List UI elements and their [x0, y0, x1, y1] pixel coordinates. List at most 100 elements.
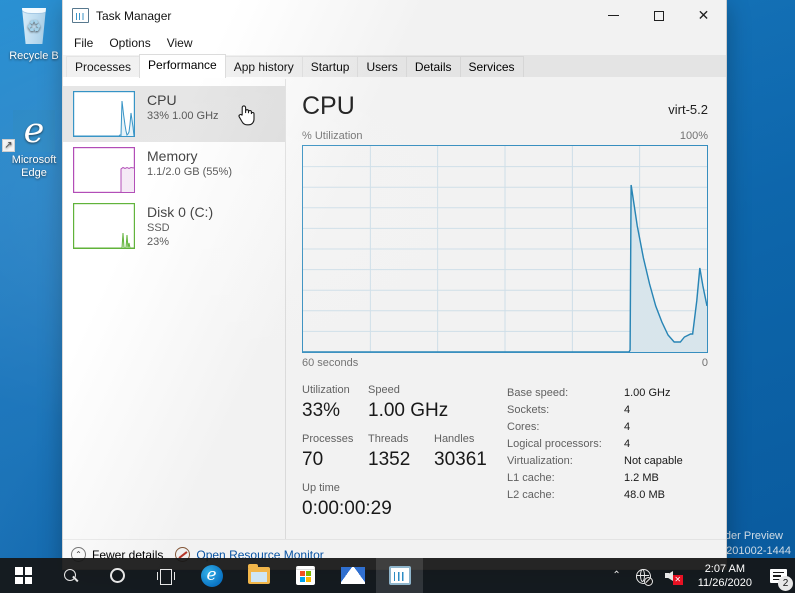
tab-strip: Processes Performance App history Startu… — [63, 54, 726, 79]
task-manager-window[interactable]: Task Manager ✕ File Options View Process… — [62, 0, 727, 570]
search-button[interactable] — [47, 558, 94, 593]
spec-virtualization: Virtualization: Not capable — [507, 455, 683, 467]
store-icon — [296, 566, 315, 585]
clock-time: 2:07 AM — [704, 562, 746, 575]
menu-options[interactable]: Options — [109, 36, 150, 50]
network-button[interactable] — [628, 558, 658, 593]
taskbar: e ⌃ ✕ 2:07 AM 11/26/2020 2 — [0, 558, 795, 593]
tab-app-history[interactable]: App history — [224, 56, 303, 78]
shortcut-arrow-icon: ↗ — [2, 139, 15, 152]
clock-date: 11/26/2020 — [697, 576, 752, 589]
tab-processes[interactable]: Processes — [66, 56, 141, 78]
start-button[interactable] — [0, 558, 47, 593]
stat-handles: Handles 30361 — [434, 433, 487, 470]
task-manager-icon — [72, 8, 89, 23]
cpu-model-name: virt-5.2 — [668, 102, 708, 117]
insider-preview-watermark: sider Preview e.201002-1444 — [716, 530, 791, 557]
tab-startup[interactable]: Startup — [301, 56, 359, 78]
volume-muted-icon: ✕ — [664, 568, 683, 585]
edge-icon: e ↗ — [2, 110, 66, 152]
task-view-icon — [156, 568, 175, 585]
tab-users[interactable]: Users — [357, 56, 407, 78]
show-hidden-icons-button[interactable]: ⌃ — [605, 558, 627, 593]
windows-logo-icon — [15, 567, 32, 584]
window-title: Task Manager — [96, 8, 172, 23]
network-globe-icon — [635, 568, 653, 586]
sidebar-item-cpu[interactable]: CPU 33% 1.00 GHz — [63, 86, 285, 142]
title-bar[interactable]: Task Manager ✕ — [63, 0, 726, 31]
desktop-icon-microsoft-edge[interactable]: e ↗ Microsoft Edge — [2, 110, 66, 180]
system-tray: ⌃ ✕ 2:07 AM 11/26/2020 2 — [605, 558, 795, 593]
task-view-button[interactable] — [141, 558, 188, 593]
spec-l1-cache: L1 cache: 1.2 MB — [507, 472, 659, 484]
tab-details[interactable]: Details — [405, 56, 461, 78]
cpu-header: CPU virt-5.2 — [302, 91, 708, 121]
search-icon — [63, 568, 79, 584]
sidebar-item-subtitle: 1.1/2.0 GB (55%) — [147, 166, 232, 178]
chevron-up-icon: ⌃ — [612, 570, 621, 581]
taskbar-file-explorer-button[interactable] — [235, 558, 282, 593]
desktop-icon-label: Microsoft Edge — [11, 154, 57, 179]
sidebar-item-title: CPU — [147, 92, 177, 108]
performance-pane: CPU 33% 1.00 GHz Memory 1.1/2.0 GB (55%)… — [63, 79, 726, 539]
stat-uptime: Up time 0:00:00:29 — [302, 482, 392, 519]
menu-file[interactable]: File — [74, 36, 93, 50]
notification-badge: 2 — [778, 576, 793, 591]
cpu-spec-list: Base speed: 1.00 GHz Sockets: 4 Cores: 4 — [507, 383, 708, 530]
taskbar-edge-button[interactable]: e — [188, 558, 235, 593]
sidebar-item-subtitle-2: 23% — [147, 236, 170, 248]
cpu-utilization-graph[interactable] — [302, 145, 708, 353]
sidebar-item-memory[interactable]: Memory 1.1/2.0 GB (55%) — [63, 142, 285, 198]
spec-cores: Cores: 4 — [507, 421, 631, 433]
graph-y-label: % Utilization — [302, 130, 363, 142]
minimize-button[interactable] — [591, 0, 636, 31]
sidebar-item-title: Disk 0 (C:) — [147, 204, 214, 220]
stat-threads: Threads 1352 — [368, 433, 411, 470]
sidebar-item-subtitle: SSD — [147, 222, 170, 234]
graph-axis-top: % Utilization 100% — [302, 130, 708, 142]
resource-list: CPU 33% 1.00 GHz Memory 1.1/2.0 GB (55%)… — [63, 79, 286, 539]
sidebar-item-subtitle: 33% 1.00 GHz — [147, 110, 219, 122]
spec-l2-cache: L2 cache: 48.0 MB — [507, 489, 665, 501]
clock-button[interactable]: 2:07 AM 11/26/2020 — [689, 562, 761, 590]
close-button[interactable]: ✕ — [681, 0, 726, 31]
cpu-stats: Utilization 33% Speed 1.00 GHz Processes — [302, 383, 708, 530]
action-center-button[interactable]: 2 — [761, 558, 795, 593]
recycle-bin-icon: ♻ — [2, 6, 66, 48]
sidebar-item-title: Memory — [147, 148, 198, 164]
task-manager-icon — [388, 566, 411, 585]
tab-services[interactable]: Services — [459, 56, 524, 78]
menu-bar: File Options View — [63, 31, 726, 55]
volume-button[interactable]: ✕ — [658, 558, 689, 593]
sidebar-item-disk0[interactable]: Disk 0 (C:) SSD 23% — [63, 198, 285, 254]
cpu-detail-pane: CPU virt-5.2 % Utilization 100% 60 secon… — [286, 79, 726, 539]
stat-utilization: Utilization 33% — [302, 384, 350, 421]
taskbar-store-button[interactable] — [282, 558, 329, 593]
edge-icon: e — [200, 564, 223, 587]
cortana-icon — [110, 568, 125, 583]
tab-performance[interactable]: Performance — [139, 54, 226, 78]
taskbar-mail-button[interactable] — [329, 558, 376, 593]
maximize-button[interactable] — [636, 0, 681, 31]
desktop-icon-recycle-bin[interactable]: ♻ Recycle B — [2, 6, 66, 63]
window-controls: ✕ — [591, 0, 726, 31]
memory-mini-graph — [73, 147, 135, 193]
disk-mini-graph — [73, 203, 135, 249]
cpu-stats-left: Utilization 33% Speed 1.00 GHz Processes — [302, 383, 507, 530]
folder-icon — [247, 564, 270, 584]
graph-x-end: 0 — [701, 357, 708, 369]
spec-base-speed: Base speed: 1.00 GHz — [507, 387, 671, 399]
desktop[interactable]: ♻ Recycle B e ↗ Microsoft Edge sider Pre… — [0, 0, 795, 593]
spec-logical-processors: Logical processors: 4 — [507, 438, 631, 450]
mail-icon — [340, 567, 365, 584]
graph-y-max: 100% — [679, 130, 708, 142]
taskbar-task-manager-button[interactable] — [376, 558, 423, 593]
spec-sockets: Sockets: 4 — [507, 404, 631, 416]
graph-axis-bottom: 60 seconds 0 — [302, 357, 708, 369]
menu-view[interactable]: View — [167, 36, 193, 50]
stat-speed: Speed 1.00 GHz — [368, 384, 449, 421]
cortana-button[interactable] — [94, 558, 141, 593]
graph-x-start: 60 seconds — [302, 357, 359, 369]
cpu-mini-graph — [73, 91, 135, 137]
desktop-icon-label: Recycle B — [9, 50, 59, 62]
